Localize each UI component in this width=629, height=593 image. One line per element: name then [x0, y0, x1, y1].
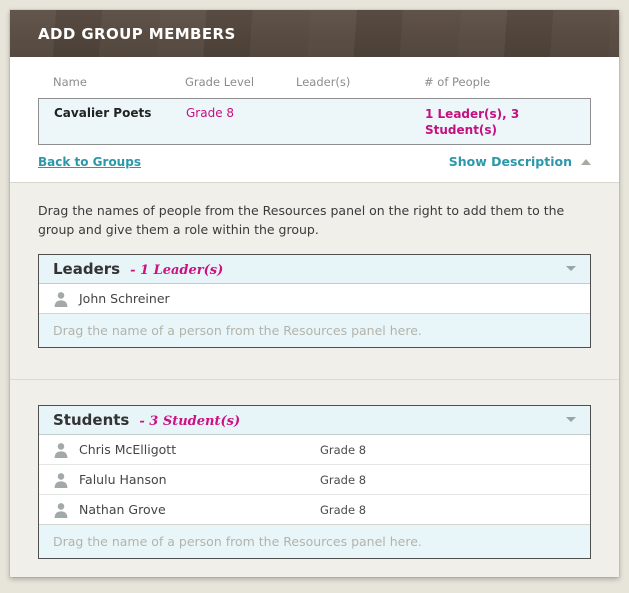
drag-instructions-text: Drag the names of people from the Resour…	[38, 202, 591, 238]
table-header-row: Name Grade Level Leader(s) # of People	[38, 69, 591, 98]
person-icon	[53, 442, 69, 458]
students-panel: Students - 3 Student(s) Chris McElligott…	[38, 405, 591, 559]
column-header-grade-level: Grade Level	[185, 69, 296, 98]
students-dropzone[interactable]: Drag the name of a person from the Resou…	[39, 524, 590, 558]
back-to-groups-link[interactable]: Back to Groups	[38, 155, 141, 169]
show-description-toggle[interactable]: Show Description	[449, 154, 591, 169]
students-count-badge: - 3 Student(s)	[139, 414, 240, 429]
show-description-label: Show Description	[449, 154, 572, 169]
member-name: John Schreiner	[79, 291, 170, 306]
chevron-down-icon	[566, 417, 576, 422]
group-name-cell: Cavalier Poets	[39, 106, 186, 120]
column-header-leaders: Leader(s)	[296, 69, 424, 98]
person-icon	[53, 502, 69, 518]
leader-member-row[interactable]: John Schreiner	[39, 283, 590, 313]
person-icon	[53, 472, 69, 488]
add-group-members-window: ADD GROUP MEMBERS Name Grade Level Leade…	[10, 10, 619, 577]
member-name: Chris McElligott	[79, 442, 176, 457]
member-grade: Grade 8	[320, 473, 366, 487]
student-member-row[interactable]: Chris McElligott Grade 8	[39, 434, 590, 464]
leaders-dropzone[interactable]: Drag the name of a person from the Resou…	[39, 313, 590, 347]
window-header: ADD GROUP MEMBERS	[10, 10, 619, 57]
column-header-name: Name	[38, 69, 185, 98]
leaders-count-badge: - 1 Leader(s)	[130, 263, 223, 278]
students-section: Students - 3 Student(s) Chris McElligott…	[10, 379, 619, 577]
column-header-num-people: # of People	[424, 69, 600, 98]
table-row[interactable]: Cavalier Poets Grade 8 1 Leader(s), 3 St…	[38, 98, 591, 145]
triangle-up-icon	[581, 159, 591, 165]
students-panel-header[interactable]: Students - 3 Student(s)	[39, 406, 590, 434]
page-title: ADD GROUP MEMBERS	[38, 25, 236, 43]
leaders-panel-title: Leaders	[53, 260, 120, 278]
group-grade-level-cell: Grade 8	[186, 106, 297, 120]
students-panel-title: Students	[53, 411, 129, 429]
member-name: Nathan Grove	[79, 502, 166, 517]
student-member-row[interactable]: Falulu Hanson Grade 8	[39, 464, 590, 494]
links-row: Back to Groups Show Description	[38, 154, 591, 182]
group-num-people-cell: 1 Leader(s), 3 Student(s)	[425, 106, 577, 138]
member-name: Falulu Hanson	[79, 472, 167, 487]
student-member-row[interactable]: Nathan Grove Grade 8	[39, 494, 590, 524]
member-grade: Grade 8	[320, 443, 366, 457]
chevron-down-icon	[566, 266, 576, 271]
leaders-panel-header[interactable]: Leaders - 1 Leader(s)	[39, 255, 590, 283]
group-summary-section: Name Grade Level Leader(s) # of People C…	[10, 57, 619, 182]
leaders-section: Drag the names of people from the Resour…	[10, 182, 619, 378]
leaders-panel: Leaders - 1 Leader(s) John Schreiner Dra…	[38, 254, 591, 348]
person-icon	[53, 291, 69, 307]
member-grade: Grade 8	[320, 503, 366, 517]
